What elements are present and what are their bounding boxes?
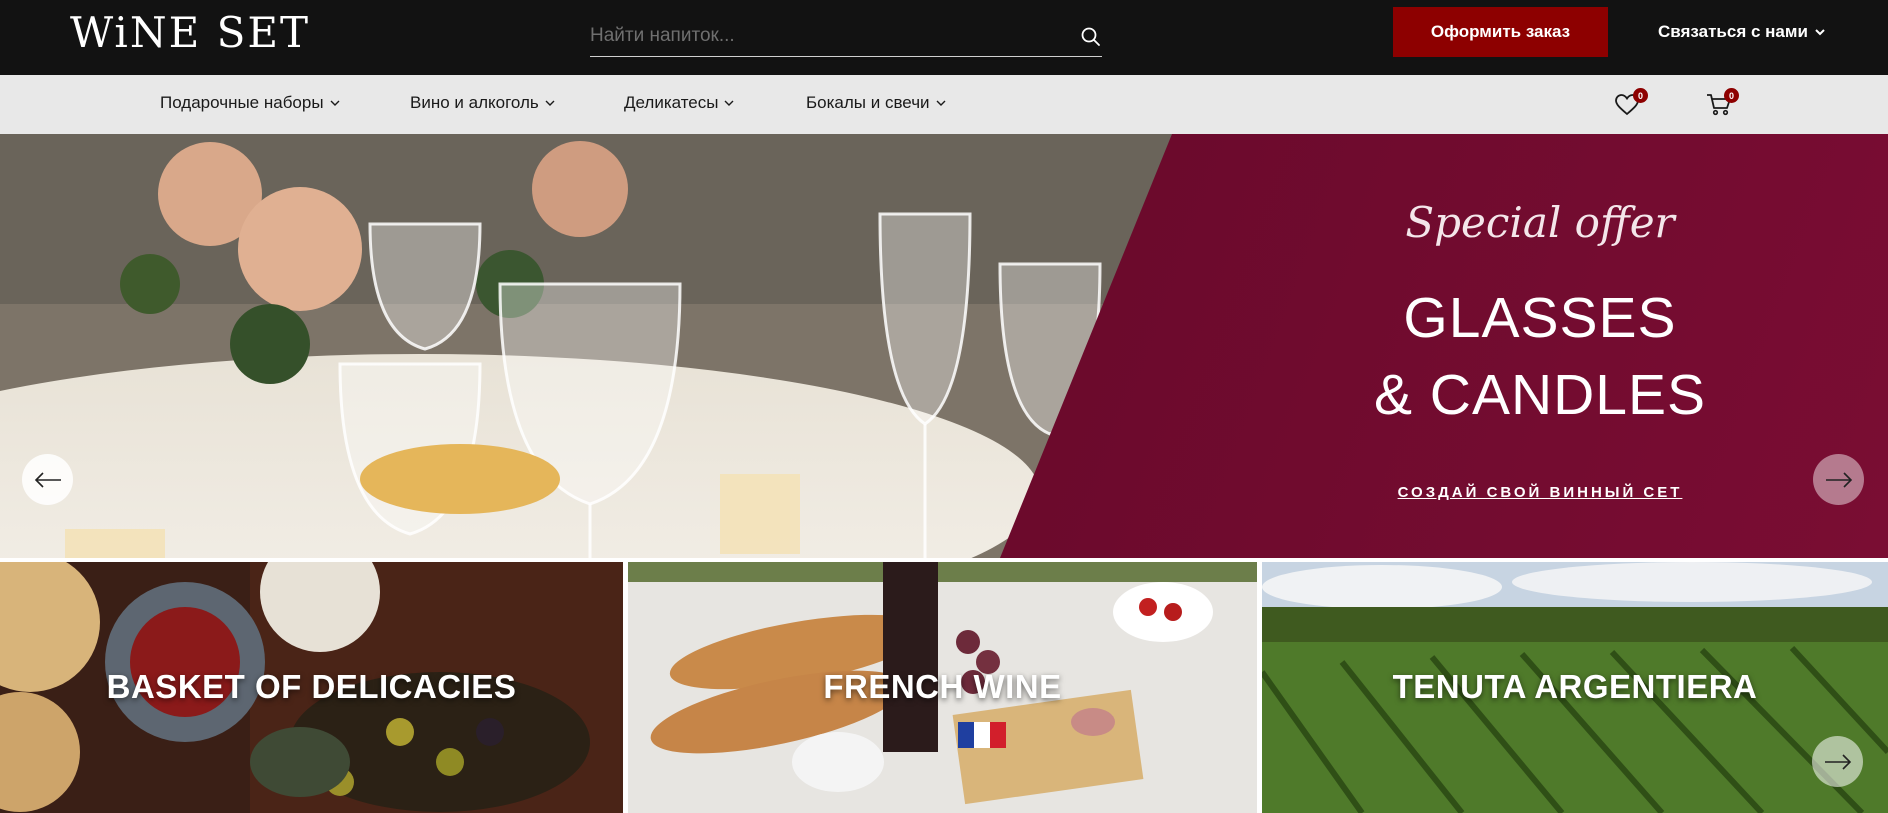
arrow-right-icon [1824, 753, 1851, 770]
chevron-down-icon [330, 100, 340, 106]
hero-title-line2: & CANDLES [1373, 363, 1707, 427]
wishlist-button[interactable]: 0 [1612, 88, 1648, 119]
category-title: BASKET OF DELICACIES [106, 668, 517, 705]
category-title: FRENCH WINE [823, 668, 1062, 705]
category-card-french-wine[interactable]: FRENCH WINE [628, 562, 1257, 813]
hero-title-line1: GLASSES [1403, 286, 1677, 350]
category-title: TENUTA ARGENTIERA [1392, 668, 1758, 705]
order-button[interactable]: Оформить заказ [1393, 7, 1608, 57]
categories-next-button[interactable] [1812, 736, 1863, 787]
nav-item-label: Бокалы и свечи [806, 93, 930, 112]
cart-button[interactable]: 0 [1704, 88, 1739, 119]
search-box [590, 14, 1102, 57]
hero-cta-link[interactable]: СОЗДАЙ СВОЙ ВИННЫЙ СЕТ [1350, 484, 1730, 501]
contact-dropdown[interactable]: Связаться с нами [1658, 22, 1826, 42]
search-icon[interactable] [1080, 26, 1102, 48]
slider-prev-button[interactable] [22, 454, 73, 505]
search-input[interactable] [590, 22, 1060, 50]
wishlist-count-badge: 0 [1633, 88, 1648, 103]
category-card-tenuta-argentiera[interactable]: TENUTA ARGENTIERA [1262, 562, 1888, 813]
nav-item-wine-alcohol[interactable]: Вино и алкоголь [410, 93, 556, 113]
nav-item-glasses-candles[interactable]: Бокалы и свечи [806, 93, 947, 113]
nav-item-label: Подарочные наборы [160, 93, 324, 112]
nav-item-label: Вино и алкоголь [410, 93, 539, 112]
chevron-down-icon [1815, 29, 1825, 36]
arrow-left-icon [34, 471, 61, 488]
chevron-down-icon [724, 100, 734, 106]
hero-title: GLASSES & CANDLES [1300, 280, 1780, 434]
top-bar: WiNE SET Оформить заказ Связаться с нами [0, 0, 1888, 75]
nav-bar: Подарочные наборы Вино и алкоголь Делика… [0, 75, 1888, 134]
slider-next-button[interactable] [1813, 454, 1864, 505]
logo[interactable]: WiNE SET [70, 12, 310, 54]
chevron-down-icon [936, 100, 946, 106]
nav-item-gift-sets[interactable]: Подарочные наборы [160, 93, 341, 113]
hero-kicker: Special offer [1405, 198, 1675, 247]
contact-label: Связаться с нами [1658, 22, 1808, 41]
cart-count-badge: 0 [1724, 88, 1739, 103]
chevron-down-icon [545, 100, 555, 106]
nav-item-label: Деликатесы [624, 93, 719, 112]
arrow-right-icon [1825, 471, 1852, 488]
category-card-delicacies[interactable]: BASKET OF DELICACIES [0, 562, 623, 813]
nav-item-delicacies[interactable]: Деликатесы [624, 93, 735, 113]
